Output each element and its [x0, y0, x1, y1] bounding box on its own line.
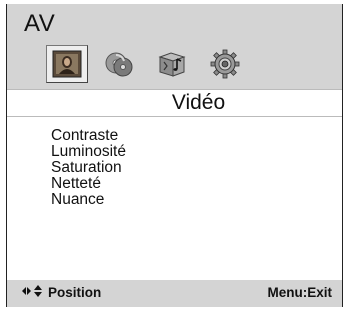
menu-item-hue[interactable]: Nuance: [51, 192, 126, 208]
section-title: Vidéo: [171, 91, 226, 114]
disc-icon: [105, 52, 133, 77]
tab-icon-row: [46, 44, 260, 84]
menu-item-sharpness[interactable]: Netteté: [51, 176, 126, 192]
section-title-bar: Vidéo: [7, 89, 342, 117]
tab-audio[interactable]: [154, 46, 190, 82]
menu-item-contrast[interactable]: Contraste: [51, 128, 126, 144]
tab-picture[interactable]: [46, 45, 88, 83]
footer-bar: Position Menu:Exit: [7, 280, 342, 307]
menu-item-brightness[interactable]: Luminosité: [51, 144, 126, 160]
header-bar: AV: [7, 4, 342, 89]
footer-exit-hint: Menu:Exit: [267, 285, 332, 300]
picture-icon: [52, 50, 82, 78]
tab-disc[interactable]: [101, 46, 137, 82]
tab-settings[interactable]: [207, 46, 243, 82]
osd-menu-screen: AV Vidéo Contraste Luminosité Saturation…: [6, 4, 343, 307]
audio-icon: [158, 52, 186, 77]
footer-position-label: Position: [48, 285, 102, 300]
gear-icon: [210, 49, 240, 79]
menu-title: AV: [24, 10, 56, 37]
menu-item-saturation[interactable]: Saturation: [51, 160, 126, 176]
video-settings-list: Contraste Luminosité Saturation Netteté …: [51, 128, 126, 208]
navigation-arrows-icon: [22, 285, 44, 300]
footer-navigation-hint: Position: [22, 285, 101, 300]
